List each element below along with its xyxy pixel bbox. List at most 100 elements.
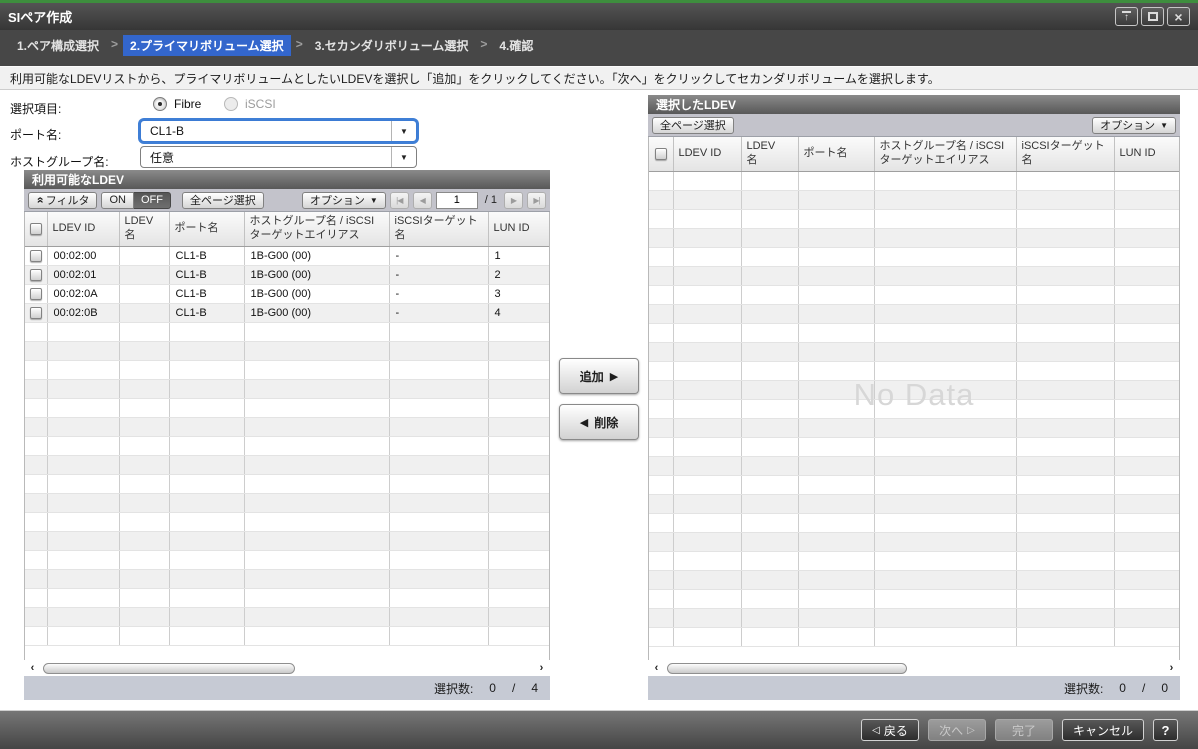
horizontal-scrollbar: ‹ › [24, 660, 550, 676]
back-button[interactable]: ◁ 戻る [861, 719, 919, 741]
empty-row [649, 494, 1180, 513]
step-separator: > [291, 35, 308, 53]
table-row[interactable]: 00:02:00 CL1-B 1B-G00 (00) - 1 [25, 246, 550, 265]
column-header-host-group[interactable]: ホストグループ名 / iSCSI ターゲットエイリアス [244, 212, 389, 246]
available-ldev-toolbar: » フィルタ ON OFF 全ページ選択 オプション ▼ |◀ ◀ / 1 ▶ … [24, 189, 550, 212]
row-checkbox[interactable] [30, 269, 42, 281]
close-button[interactable]: × [1167, 7, 1190, 26]
step-secondary-volume[interactable]: 3.セカンダリボリューム選択 [308, 35, 476, 56]
select-all-checkbox[interactable] [655, 148, 667, 160]
rollup-icon: ↑ [1122, 11, 1131, 22]
row-checkbox[interactable] [30, 250, 42, 262]
scroll-right-icon[interactable]: › [535, 663, 548, 674]
scroll-right-icon[interactable]: › [1165, 663, 1178, 674]
arrow-right-icon: ▷ [967, 725, 975, 736]
options-button[interactable]: オプション ▼ [1092, 117, 1176, 134]
maximize-icon [1148, 12, 1158, 21]
dialog-footer: ◁ 戻る 次へ ▷ 完了 キャンセル ? [0, 710, 1198, 749]
add-button[interactable]: 追加 ▶ [559, 358, 639, 394]
scrollbar-track[interactable] [663, 662, 1165, 675]
empty-row [649, 399, 1180, 418]
cancel-button-label: キャンセル [1073, 722, 1133, 739]
empty-row [25, 417, 550, 436]
first-page-icon: |◀ [396, 196, 402, 205]
empty-row [25, 436, 550, 455]
empty-row [649, 323, 1180, 342]
wizard-steps: 1.ペア構成選択 > 2.プライマリボリューム選択 > 3.セカンダリボリューム… [0, 30, 1198, 66]
empty-row [649, 437, 1180, 456]
column-header-lun-id[interactable]: LUN ID [488, 212, 550, 246]
empty-row [25, 474, 550, 493]
table-row[interactable]: 00:02:01 CL1-B 1B-G00 (00) - 2 [25, 265, 550, 284]
empty-row [649, 627, 1180, 646]
host-group-select[interactable]: 任意 ▼ [140, 146, 417, 168]
scroll-left-icon[interactable]: ‹ [26, 663, 39, 674]
select-all-pages-button[interactable]: 全ページ選択 [182, 192, 264, 209]
count-separator: / [1142, 681, 1145, 695]
table-row[interactable]: 00:02:0A CL1-B 1B-G00 (00) - 3 [25, 284, 550, 303]
select-all-checkbox[interactable] [30, 223, 42, 235]
filter-on-button[interactable]: ON [101, 192, 134, 209]
last-page-button[interactable]: ▶| [527, 192, 546, 209]
filter-on-off-toggle: ON OFF [101, 192, 171, 209]
total-count-value: 4 [531, 681, 538, 695]
prev-page-button[interactable]: ◀ [413, 192, 432, 209]
fibre-radio[interactable]: Fibre [153, 97, 201, 111]
next-button[interactable]: 次へ ▷ [928, 719, 986, 741]
remove-button[interactable]: ◀ 削除 [559, 404, 639, 440]
options-button-label: オプション [1100, 117, 1155, 133]
column-header-ldev-id[interactable]: LDEV ID [673, 137, 741, 171]
chevron-down-icon: ▼ [1158, 121, 1168, 130]
column-header-iscsi-target[interactable]: iSCSIターゲット 名 [389, 212, 488, 246]
last-page-icon: ▶| [533, 196, 539, 205]
help-button[interactable]: ? [1153, 719, 1178, 741]
column-header-host-group[interactable]: ホストグループ名 / iSCSI ターゲットエイリアス [874, 137, 1016, 171]
empty-row [25, 322, 550, 341]
available-ldev-title: 利用可能なLDEV [24, 170, 550, 189]
selected-ldev-toolbar: 全ページ選択 オプション ▼ [648, 114, 1180, 137]
port-name-select[interactable]: CL1-B ▼ [140, 120, 417, 142]
scrollbar-thumb[interactable] [667, 663, 907, 674]
options-button[interactable]: オプション ▼ [302, 192, 386, 209]
next-page-button[interactable]: ▶ [504, 192, 523, 209]
column-header-ldev-name[interactable]: LDEV 名 [119, 212, 169, 246]
maximize-button[interactable] [1141, 7, 1164, 26]
scrollbar-thumb[interactable] [43, 663, 295, 674]
cancel-button[interactable]: キャンセル [1062, 719, 1144, 741]
count-separator: / [512, 681, 515, 695]
page-number-input[interactable] [436, 192, 478, 209]
filter-off-button[interactable]: OFF [134, 192, 171, 209]
finish-button[interactable]: 完了 [995, 719, 1053, 741]
scrollbar-track[interactable] [39, 662, 535, 675]
select-all-pages-button[interactable]: 全ページ選択 [652, 117, 734, 134]
instruction-bar: 利用可能なLDEVリストから、プライマリボリュームとしたいLDEVを選択し「追加… [0, 66, 1198, 90]
selected-ldev-table: LDEV ID LDEV 名 ポート名 ホストグループ名 / iSCSI ターゲ… [649, 137, 1180, 647]
empty-row [649, 608, 1180, 627]
column-header-ldev-id[interactable]: LDEV ID [47, 212, 119, 246]
empty-row [25, 379, 550, 398]
next-button-label: 次へ [939, 722, 963, 739]
available-ldev-footer: 選択数: 0 / 4 [24, 676, 550, 700]
column-header-iscsi-target[interactable]: iSCSIターゲット 名 [1016, 137, 1114, 171]
row-checkbox[interactable] [30, 307, 42, 319]
step-confirm[interactable]: 4.確認 [492, 35, 540, 56]
scroll-left-icon[interactable]: ‹ [650, 663, 663, 674]
filter-button[interactable]: » フィルタ [28, 192, 97, 209]
empty-row [649, 475, 1180, 494]
finish-button-label: 完了 [1012, 722, 1036, 739]
rollup-button[interactable]: ↑ [1115, 7, 1138, 26]
column-header-ldev-name[interactable]: LDEV 名 [741, 137, 798, 171]
step-pair-config[interactable]: 1.ペア構成選択 [10, 35, 106, 56]
row-checkbox[interactable] [30, 288, 42, 300]
chevron-down-icon: ▼ [391, 147, 416, 167]
table-row[interactable]: 00:02:0B CL1-B 1B-G00 (00) - 4 [25, 303, 550, 322]
empty-row [649, 418, 1180, 437]
step-primary-volume[interactable]: 2.プライマリボリューム選択 [123, 35, 291, 56]
column-header-lun-id[interactable]: LUN ID [1114, 137, 1180, 171]
column-header-port-name[interactable]: ポート名 [169, 212, 244, 246]
filter-collapse-icon: » [33, 197, 45, 204]
column-header-port-name[interactable]: ポート名 [798, 137, 874, 171]
iscsi-radio[interactable]: iSCSI [224, 97, 276, 111]
arrow-right-icon: ▶ [610, 370, 618, 383]
first-page-button[interactable]: |◀ [390, 192, 409, 209]
